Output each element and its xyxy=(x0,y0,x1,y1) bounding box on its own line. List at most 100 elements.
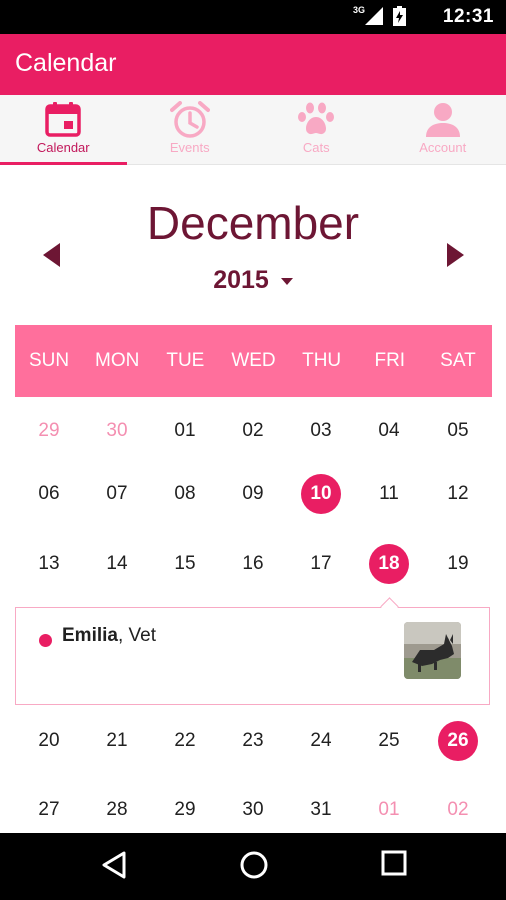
calendar-day[interactable]: 31 xyxy=(287,790,355,830)
day-number: 26 xyxy=(438,721,478,761)
calendar-day[interactable]: 28 xyxy=(83,790,151,830)
calendar-day[interactable]: 24 xyxy=(287,721,355,761)
tab-account-label: Account xyxy=(419,140,467,155)
calendar-day[interactable]: 14 xyxy=(83,544,151,584)
calendar-day[interactable]: 29 xyxy=(15,411,83,451)
calendar-day[interactable]: 19 xyxy=(424,544,492,584)
calendar-day[interactable]: 01 xyxy=(151,411,219,451)
calendar-day[interactable]: 23 xyxy=(219,721,287,761)
calendar-icon xyxy=(45,102,81,137)
calendar-day[interactable]: 12 xyxy=(424,474,492,514)
year-label: 2015 xyxy=(213,266,269,294)
day-number: 18 xyxy=(369,544,409,584)
dropdown-caret-icon xyxy=(280,277,293,285)
day-number: 04 xyxy=(378,420,400,441)
event-card-pointer xyxy=(380,597,399,616)
day-number: 12 xyxy=(447,483,469,504)
tab-account[interactable]: Account xyxy=(380,95,506,164)
calendar-day[interactable]: 09 xyxy=(219,474,287,514)
calendar-day[interactable]: 07 xyxy=(83,474,151,514)
event-card[interactable]: Emilia, Vet xyxy=(15,597,490,705)
calendar-day[interactable]: 01 xyxy=(355,790,423,830)
calendar-day[interactable]: 15 xyxy=(151,544,219,584)
alarm-clock-icon xyxy=(169,101,210,138)
day-number: 05 xyxy=(447,420,469,441)
next-month-button[interactable] xyxy=(447,243,464,267)
calendar-day-with-event[interactable]: 26 xyxy=(424,721,492,761)
calendar-day[interactable]: 17 xyxy=(287,544,355,584)
tab-bar: Calendar Events Cats Account xyxy=(0,95,506,165)
network-label: 3G xyxy=(352,5,365,15)
tab-events[interactable]: Events xyxy=(127,95,254,164)
recents-button-icon[interactable] xyxy=(381,850,407,876)
weekday-label: THU xyxy=(302,350,342,371)
calendar-day-with-event[interactable]: 10 xyxy=(287,474,355,514)
app-title: Calendar xyxy=(15,49,117,77)
day-number: 13 xyxy=(38,553,60,574)
weekday-label: MON xyxy=(95,350,140,371)
calendar-day[interactable]: 25 xyxy=(355,721,423,761)
system-nav-bar xyxy=(0,833,506,900)
calendar-day[interactable]: 13 xyxy=(15,544,83,584)
day-number: 02 xyxy=(242,420,264,441)
day-number: 27 xyxy=(38,799,60,820)
calendar-day[interactable]: 04 xyxy=(355,411,423,451)
weekday-label: FRI xyxy=(374,350,406,371)
calendar-day[interactable]: 27 xyxy=(15,790,83,830)
day-number: 31 xyxy=(310,799,332,820)
day-number: 16 xyxy=(242,553,264,574)
day-number: 23 xyxy=(242,730,264,751)
day-number: 11 xyxy=(379,483,399,504)
weekday-header: SUN MON TUE WED THU FRI SAT xyxy=(15,325,492,397)
day-number: 29 xyxy=(174,799,196,820)
active-tab-indicator xyxy=(0,162,127,165)
day-number: 25 xyxy=(378,730,400,751)
person-icon xyxy=(425,103,460,137)
cat-photo-thumbnail[interactable] xyxy=(404,622,461,679)
calendar-day[interactable]: 20 xyxy=(15,721,83,761)
tab-calendar-label: Calendar xyxy=(36,140,90,155)
day-number: 22 xyxy=(174,730,196,751)
calendar-day[interactable]: 02 xyxy=(424,790,492,830)
day-number: 24 xyxy=(310,730,332,751)
day-number: 07 xyxy=(106,483,128,504)
year-selector[interactable]: 2015 xyxy=(0,266,506,295)
calendar-day[interactable]: 21 xyxy=(83,721,151,761)
day-number: 15 xyxy=(174,553,196,574)
calendar-day[interactable]: 30 xyxy=(83,411,151,451)
calendar-day[interactable]: 29 xyxy=(151,790,219,830)
tab-cats[interactable]: Cats xyxy=(253,95,380,164)
day-number: 30 xyxy=(242,799,264,820)
weekday-label: TUE xyxy=(166,350,205,371)
calendar-day[interactable]: 02 xyxy=(219,411,287,451)
back-button-icon[interactable] xyxy=(100,850,128,880)
event-dot-icon xyxy=(39,634,52,647)
clock: 12:31 xyxy=(442,6,494,27)
event-text: Emilia, Vet xyxy=(62,625,156,647)
battery-icon xyxy=(393,6,406,26)
event-detail: , Vet xyxy=(117,625,157,646)
status-bar: 3G 12:31 xyxy=(0,0,506,34)
tab-cats-label: Cats xyxy=(302,140,330,155)
day-number: 21 xyxy=(106,730,128,751)
calendar-day[interactable]: 08 xyxy=(151,474,219,514)
day-number: 02 xyxy=(447,799,469,820)
day-number: 06 xyxy=(38,483,60,504)
day-number: 20 xyxy=(38,730,60,751)
app-bar: Calendar xyxy=(0,34,506,95)
calendar-day[interactable]: 16 xyxy=(219,544,287,584)
calendar-day[interactable]: 30 xyxy=(219,790,287,830)
previous-month-button[interactable] xyxy=(43,243,60,267)
calendar-day[interactable]: 11 xyxy=(355,474,423,514)
tab-events-label: Events xyxy=(169,140,210,155)
calendar-day[interactable]: 05 xyxy=(424,411,492,451)
day-number: 28 xyxy=(106,799,128,820)
month-title: December xyxy=(146,197,360,249)
calendar-day-with-event[interactable]: 18 xyxy=(355,544,423,584)
calendar-day[interactable]: 06 xyxy=(15,474,83,514)
tab-calendar[interactable]: Calendar xyxy=(0,95,127,165)
calendar-day[interactable]: 22 xyxy=(151,721,219,761)
calendar-day[interactable]: 03 xyxy=(287,411,355,451)
home-button-icon[interactable] xyxy=(239,850,269,880)
weekday-label: SUN xyxy=(29,350,70,371)
